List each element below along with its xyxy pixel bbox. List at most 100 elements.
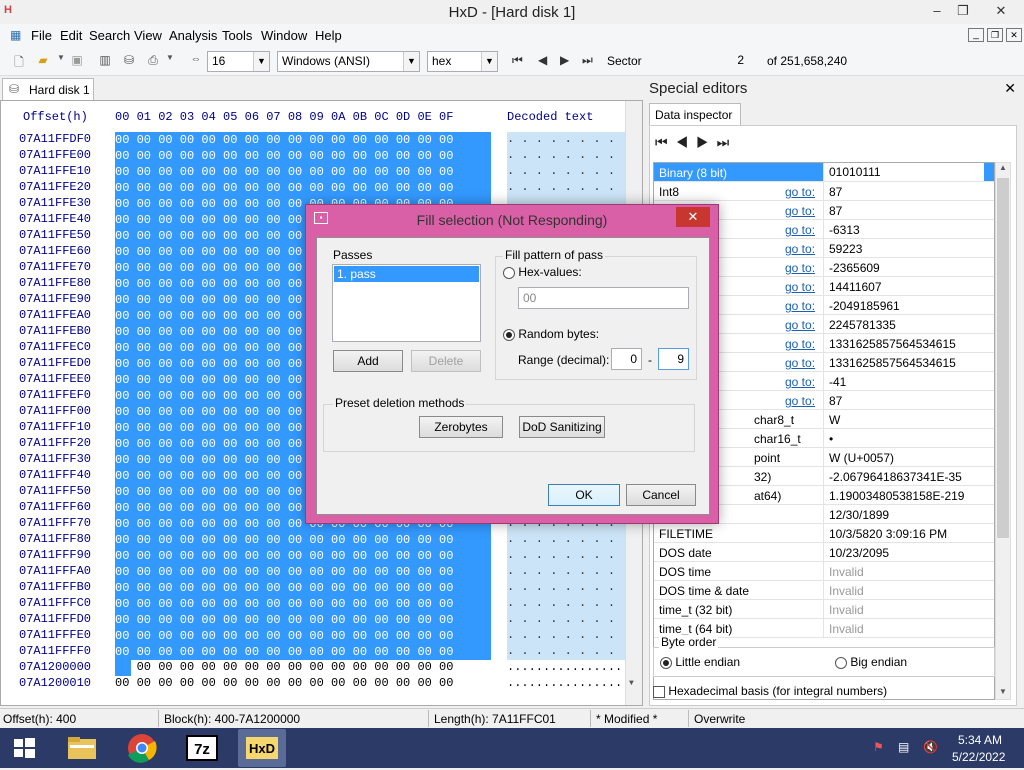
scroll-down-icon[interactable]: ▼ bbox=[629, 679, 634, 688]
inspector-value[interactable]: 59223 bbox=[829, 242, 862, 256]
dod-sanitizing-button[interactable]: DoD Sanitizing bbox=[519, 416, 605, 438]
inspector-value[interactable]: Invalid bbox=[829, 603, 864, 617]
inspector-row[interactable]: DOS time & date Invalid bbox=[654, 581, 994, 600]
inspector-value[interactable]: 87 bbox=[829, 204, 842, 218]
inspector-value[interactable]: -2365609 bbox=[829, 261, 880, 275]
range-to-input[interactable]: 9 bbox=[658, 348, 689, 370]
menu-tools[interactable]: Tools bbox=[222, 28, 252, 43]
decoded-row[interactable]: . . . . . . . . . . . . . . . . bbox=[507, 180, 642, 196]
inspector-value[interactable]: 14411607 bbox=[829, 280, 882, 294]
decoded-row[interactable]: . . . . . . . . . . . . . . . . bbox=[507, 628, 642, 644]
inspector-value[interactable]: 01010111 bbox=[824, 163, 984, 181]
charset-select[interactable]: Windows (ANSI) ▼ bbox=[277, 51, 420, 72]
bytes-per-row-select[interactable]: 16 ▼ bbox=[207, 51, 270, 72]
menu-search[interactable]: Search bbox=[89, 28, 130, 43]
decoded-row[interactable]: . . . . . . . . . . . . . . . . bbox=[507, 548, 642, 564]
inspector-value[interactable]: -41 bbox=[829, 375, 846, 389]
last-sector-icon[interactable]: ⏭ bbox=[582, 53, 593, 68]
goto-link[interactable]: go to: bbox=[785, 375, 815, 389]
next-sector-icon[interactable]: ▶ bbox=[560, 53, 569, 67]
ok-button[interactable]: OK bbox=[548, 484, 620, 506]
menu-window[interactable]: Window bbox=[261, 28, 307, 43]
hex-values-input[interactable]: 00 bbox=[518, 287, 689, 309]
decoded-row[interactable]: ................ bbox=[507, 676, 622, 690]
tab-data-inspector[interactable]: Data inspector bbox=[649, 103, 741, 125]
mdi-restore-icon[interactable]: ❐ bbox=[987, 28, 1003, 42]
menu-help[interactable]: Help bbox=[315, 28, 342, 43]
hex-row-bytes[interactable]: 00 00 00 00 00 00 00 00 00 00 00 00 00 0… bbox=[115, 676, 453, 690]
open-dropdown-icon[interactable]: ▼ bbox=[54, 53, 68, 69]
first-sector-icon[interactable]: ⏮ bbox=[512, 53, 523, 68]
inspector-row[interactable]: FILETIME 10/3/5820 3:09:16 PM bbox=[654, 524, 994, 543]
menu-analysis[interactable]: Analysis bbox=[169, 28, 217, 43]
hex-row-bytes[interactable]: 00 00 00 00 00 00 00 00 00 00 00 00 00 0… bbox=[115, 644, 491, 660]
hex-row-bytes[interactable]: 00 00 00 00 00 00 00 00 00 00 00 00 00 0… bbox=[115, 564, 491, 580]
inspector-value[interactable]: 1331625857564534615 bbox=[829, 337, 956, 351]
inspector-value[interactable]: Invalid bbox=[829, 565, 864, 579]
next-icon[interactable]: ▶ bbox=[696, 134, 717, 150]
new-file-icon[interactable]: 🗋 bbox=[12, 53, 26, 69]
goto-link[interactable]: go to: bbox=[785, 185, 815, 199]
range-from-input[interactable]: 0 bbox=[611, 348, 642, 370]
pass-list-item[interactable]: 1. pass bbox=[334, 266, 479, 282]
inspector-value[interactable]: Invalid bbox=[829, 622, 864, 636]
print-icon[interactable]: ⎙ bbox=[146, 53, 160, 69]
hex-row-bytes[interactable]: 00 00 00 00 00 00 00 00 00 00 00 00 00 0… bbox=[115, 148, 491, 164]
hex-row-bytes[interactable]: 00 00 00 00 00 00 00 00 00 00 00 00 00 0… bbox=[115, 628, 491, 644]
inspector-value[interactable]: 1331625857564534615 bbox=[829, 356, 956, 370]
decoded-row[interactable]: . . . . . . . . . . . . . . . . bbox=[507, 132, 642, 148]
delete-pass-button[interactable]: Delete bbox=[411, 350, 481, 372]
hex-row-bytes[interactable]: 00 00 00 00 00 00 00 00 00 00 00 00 00 0… bbox=[115, 548, 491, 564]
add-pass-button[interactable]: Add bbox=[333, 350, 403, 372]
dialog-close-button[interactable]: ✕ bbox=[676, 207, 710, 227]
inspector-value[interactable]: 87 bbox=[829, 394, 842, 408]
hex-values-option[interactable]: Hex-values: bbox=[503, 265, 582, 279]
hex-row-bytes[interactable]: 00 00 00 00 00 00 00 00 00 00 00 00 00 0… bbox=[115, 660, 453, 674]
inspector-row[interactable]: Int8 go to: 87 bbox=[654, 182, 994, 201]
save-icon[interactable]: ▣ bbox=[70, 53, 84, 69]
inspector-value[interactable]: 2245781335 bbox=[829, 318, 896, 332]
decoded-row[interactable]: . . . . . . . . . . . . . . . . bbox=[507, 564, 642, 580]
file-explorer-button[interactable] bbox=[58, 729, 106, 767]
inspector-value[interactable]: 87 bbox=[829, 185, 842, 199]
scroll-up-icon[interactable]: ▲ bbox=[999, 163, 1007, 172]
inspector-value[interactable]: Invalid bbox=[829, 584, 864, 598]
sector-input[interactable]: 2 bbox=[660, 51, 748, 72]
decoded-row[interactable]: . . . . . . . . . . . . . . . . bbox=[507, 148, 642, 164]
goto-link[interactable]: go to: bbox=[785, 356, 815, 370]
volume-muted-icon[interactable]: 🔇 bbox=[923, 740, 938, 754]
inspector-value[interactable]: W (U+0057) bbox=[829, 451, 894, 465]
inspector-value[interactable]: W bbox=[829, 413, 840, 427]
open-folder-icon[interactable]: ▰ bbox=[36, 53, 50, 69]
goto-link[interactable]: go to: bbox=[785, 223, 815, 237]
maximize-button[interactable]: ❐ bbox=[948, 0, 978, 22]
menu-edit[interactable]: Edit bbox=[60, 28, 82, 43]
last-icon[interactable]: ⏭ bbox=[717, 134, 738, 150]
network-icon[interactable]: ▤ bbox=[898, 740, 909, 754]
first-icon[interactable]: ⏮ bbox=[655, 134, 676, 150]
7zip-button[interactable]: 7z bbox=[178, 729, 226, 767]
decoded-row[interactable]: ................ bbox=[507, 660, 622, 674]
mdi-close-icon[interactable]: ✕ bbox=[1006, 28, 1022, 42]
chrome-button[interactable] bbox=[118, 729, 166, 767]
decoded-row[interactable]: . . . . . . . . . . . . . . . . bbox=[507, 644, 642, 660]
prev-icon[interactable]: ◀ bbox=[676, 134, 697, 150]
goto-link[interactable]: go to: bbox=[785, 337, 815, 351]
hex-row-bytes[interactable]: 00 00 00 00 00 00 00 00 00 00 00 00 00 0… bbox=[115, 532, 491, 548]
passes-list[interactable]: 1. pass bbox=[332, 264, 481, 342]
goto-link[interactable]: go to: bbox=[785, 318, 815, 332]
big-endian-option[interactable]: Big endian bbox=[835, 655, 907, 669]
inspector-value[interactable]: 1.19003480538158E-219 bbox=[829, 489, 964, 503]
panel-close-icon[interactable]: ✕ bbox=[1004, 80, 1016, 97]
clock-date[interactable]: 5/22/2022 bbox=[952, 750, 1005, 764]
mdi-minimize-icon[interactable]: _ bbox=[968, 28, 984, 42]
menu-view[interactable]: View bbox=[134, 28, 162, 43]
decoded-row[interactable]: . . . . . . . . . . . . . . . . bbox=[507, 164, 642, 180]
goto-link[interactable]: go to: bbox=[785, 242, 815, 256]
inspector-row[interactable]: time_t (32 bit) Invalid bbox=[654, 600, 994, 619]
decoded-row[interactable]: . . . . . . . . . . . . . . . . bbox=[507, 580, 642, 596]
disk-icon[interactable]: ⛁ bbox=[122, 53, 136, 69]
goto-link[interactable]: go to: bbox=[785, 299, 815, 313]
inspector-row[interactable]: DOS date 10/23/2095 bbox=[654, 543, 994, 562]
goto-link[interactable]: go to: bbox=[785, 204, 815, 218]
